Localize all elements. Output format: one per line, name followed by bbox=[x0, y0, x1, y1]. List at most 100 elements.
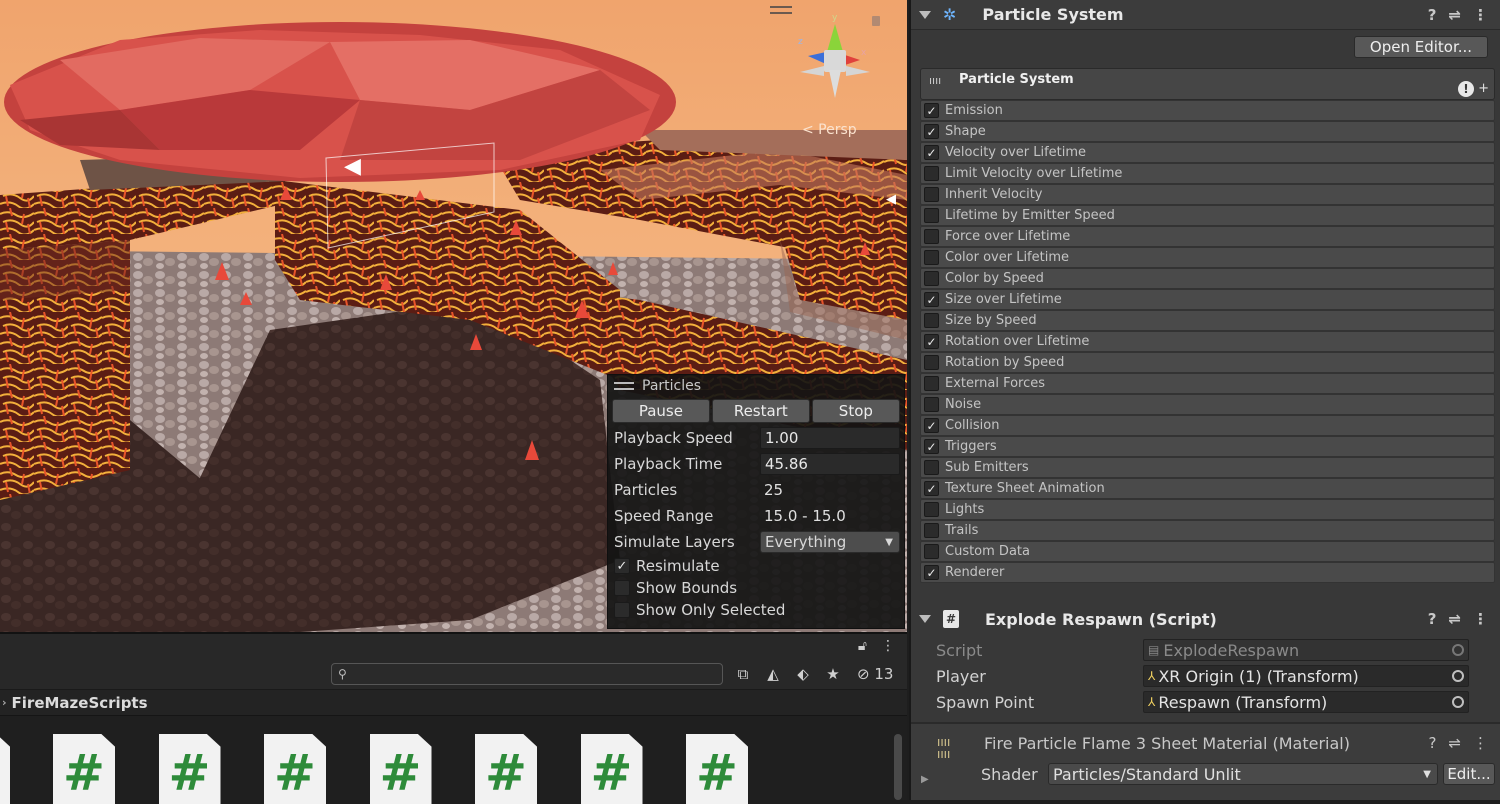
script-file-icon[interactable]: # bbox=[475, 734, 537, 804]
edit-shader-button[interactable]: Edit... bbox=[1443, 763, 1495, 785]
module-row[interactable]: Inherit Velocity bbox=[920, 184, 1495, 205]
show-only-selected-checkbox[interactable] bbox=[614, 602, 630, 618]
module-checkbox[interactable] bbox=[924, 376, 939, 391]
module-checkbox[interactable] bbox=[924, 523, 939, 538]
script-file-icon[interactable]: # bbox=[0, 734, 10, 804]
module-checkbox[interactable]: ✓ bbox=[924, 565, 939, 580]
module-row[interactable]: Color by Speed bbox=[920, 268, 1495, 289]
open-editor-button[interactable]: Open Editor... bbox=[1354, 36, 1488, 58]
resimulate-checkbox[interactable]: ✓ bbox=[614, 558, 630, 574]
scene-menu-icon[interactable] bbox=[770, 6, 792, 14]
module-checkbox[interactable]: ✓ bbox=[924, 481, 939, 496]
module-checkbox[interactable]: ✓ bbox=[924, 103, 939, 118]
module-row[interactable]: ✓ Renderer bbox=[920, 562, 1495, 583]
add-module-icon[interactable]: + bbox=[1478, 81, 1489, 96]
module-row[interactable]: ✓ Emission bbox=[920, 100, 1495, 121]
module-checkbox[interactable] bbox=[924, 313, 939, 328]
module-row[interactable]: Trails bbox=[920, 520, 1495, 541]
playback-speed-field[interactable]: 1.00 bbox=[760, 427, 900, 449]
audio-source-icon[interactable]: ◀ bbox=[886, 192, 896, 207]
presets-icon[interactable]: ⇌ bbox=[1448, 610, 1461, 628]
scrollbar[interactable] bbox=[894, 734, 902, 800]
module-checkbox[interactable] bbox=[924, 397, 939, 412]
breadcrumb-folder[interactable]: FireMazeScripts bbox=[12, 694, 148, 712]
more-icon[interactable]: ⋮ bbox=[1473, 610, 1488, 628]
spawn-point-field[interactable]: ⅄ Respawn (Transform) bbox=[1143, 691, 1469, 713]
stop-button[interactable]: Stop bbox=[811, 399, 900, 423]
show-only-selected-toggle[interactable]: Show Only Selected bbox=[608, 599, 904, 621]
main-module-header[interactable]: ıııı Particle System ! + bbox=[920, 68, 1495, 100]
module-checkbox[interactable] bbox=[924, 502, 939, 517]
pause-button[interactable]: Pause bbox=[612, 399, 710, 423]
module-row[interactable]: ✓ Size over Lifetime bbox=[920, 289, 1495, 310]
particles-overlay-header[interactable]: Particles bbox=[608, 375, 904, 397]
module-row[interactable]: ✓ Rotation over Lifetime bbox=[920, 331, 1495, 352]
module-checkbox[interactable] bbox=[924, 271, 939, 286]
module-checkbox[interactable] bbox=[924, 166, 939, 181]
module-row[interactable]: External Forces bbox=[920, 373, 1495, 394]
script-file-icon[interactable]: # bbox=[686, 734, 748, 804]
favorites-icon[interactable]: ★ bbox=[823, 665, 843, 683]
module-row[interactable]: Lights bbox=[920, 499, 1495, 520]
foldout-caret-icon[interactable] bbox=[919, 10, 931, 19]
script-file-icon[interactable]: # bbox=[369, 734, 432, 804]
explode-respawn-header[interactable]: # Explode Respawn (Script) ? ⇌ ⋮ bbox=[911, 604, 1500, 634]
filter-by-type-icon[interactable]: ◭ bbox=[763, 665, 783, 683]
more-icon[interactable]: ⋮ bbox=[1473, 734, 1488, 752]
help-icon[interactable]: ? bbox=[1428, 610, 1437, 628]
shader-dropdown[interactable]: Particles/Standard Unlit ▼ bbox=[1048, 763, 1438, 785]
module-row[interactable]: Color over Lifetime bbox=[920, 247, 1495, 268]
projection-label[interactable]: < Persp bbox=[802, 122, 857, 138]
module-checkbox[interactable] bbox=[924, 460, 939, 475]
module-row[interactable]: ✓ Triggers bbox=[920, 436, 1495, 457]
script-file-icon[interactable]: # bbox=[580, 734, 643, 804]
more-icon[interactable]: ⋮ bbox=[881, 638, 895, 654]
help-icon[interactable]: ? bbox=[1428, 6, 1437, 24]
audio-source-icon[interactable]: ◀ bbox=[344, 154, 361, 179]
warning-icon[interactable]: ! bbox=[1458, 81, 1474, 97]
module-row[interactable]: ✓ Shape bbox=[920, 121, 1495, 142]
drag-handle-icon[interactable] bbox=[614, 382, 634, 390]
module-checkbox[interactable] bbox=[924, 208, 939, 223]
particle-system-header[interactable]: ✲ Particle System ? ⇌ ⋮ bbox=[911, 0, 1500, 30]
hidden-packages-toggle[interactable]: ⊘ 13 bbox=[857, 665, 893, 683]
module-checkbox[interactable] bbox=[924, 229, 939, 244]
playback-time-field[interactable]: 45.86 bbox=[760, 453, 900, 475]
lock-icon[interactable]: 🔓︎ bbox=[858, 638, 867, 654]
module-checkbox[interactable] bbox=[924, 187, 939, 202]
module-checkbox[interactable]: ✓ bbox=[924, 439, 939, 454]
module-checkbox[interactable]: ✓ bbox=[924, 418, 939, 433]
object-picker-icon[interactable] bbox=[1452, 670, 1464, 682]
script-file-icon[interactable]: # bbox=[53, 734, 115, 804]
resimulate-toggle[interactable]: ✓ Resimulate bbox=[608, 555, 904, 577]
foldout-caret-icon[interactable]: ▶ bbox=[921, 774, 929, 785]
module-row[interactable]: ✓ Velocity over Lifetime bbox=[920, 142, 1495, 163]
module-row[interactable]: Size by Speed bbox=[920, 310, 1495, 331]
module-row[interactable]: Sub Emitters bbox=[920, 457, 1495, 478]
module-checkbox[interactable]: ✓ bbox=[924, 334, 939, 349]
module-row[interactable]: ✓ Collision bbox=[920, 415, 1495, 436]
module-row[interactable]: Limit Velocity over Lifetime bbox=[920, 163, 1495, 184]
presets-icon[interactable]: ⇌ bbox=[1448, 734, 1461, 752]
module-checkbox[interactable]: ✓ bbox=[924, 145, 939, 160]
module-row[interactable]: Noise bbox=[920, 394, 1495, 415]
module-row[interactable]: Force over Lifetime bbox=[920, 226, 1495, 247]
more-icon[interactable]: ⋮ bbox=[1473, 6, 1488, 24]
foldout-caret-icon[interactable] bbox=[919, 615, 931, 623]
simulate-layers-dropdown[interactable]: Everything ▼ bbox=[760, 531, 900, 553]
module-checkbox[interactable]: ✓ bbox=[924, 124, 939, 139]
help-icon[interactable]: ? bbox=[1428, 734, 1436, 752]
material-title[interactable]: Fire Particle Flame 3 Sheet Material (Ma… bbox=[984, 734, 1350, 753]
module-row[interactable]: ✓ Texture Sheet Animation bbox=[920, 478, 1495, 499]
module-checkbox[interactable]: ✓ bbox=[924, 292, 939, 307]
restart-button[interactable]: Restart bbox=[711, 399, 810, 423]
module-row[interactable]: Custom Data bbox=[920, 541, 1495, 562]
object-picker-icon[interactable] bbox=[1452, 696, 1464, 708]
script-file-icon[interactable]: # bbox=[264, 734, 326, 804]
search-input[interactable]: ⚲ bbox=[331, 662, 723, 685]
player-field[interactable]: ⅄ XR Origin (1) (Transform) bbox=[1143, 665, 1469, 687]
scene-view[interactable]: y x z < Persp ◀ ◀ Particles Pause Restar… bbox=[0, 0, 907, 632]
orientation-gizmo[interactable]: y x z bbox=[790, 8, 880, 108]
create-icon[interactable]: ⧉ bbox=[733, 665, 753, 683]
script-file-icon[interactable]: # bbox=[158, 734, 221, 804]
